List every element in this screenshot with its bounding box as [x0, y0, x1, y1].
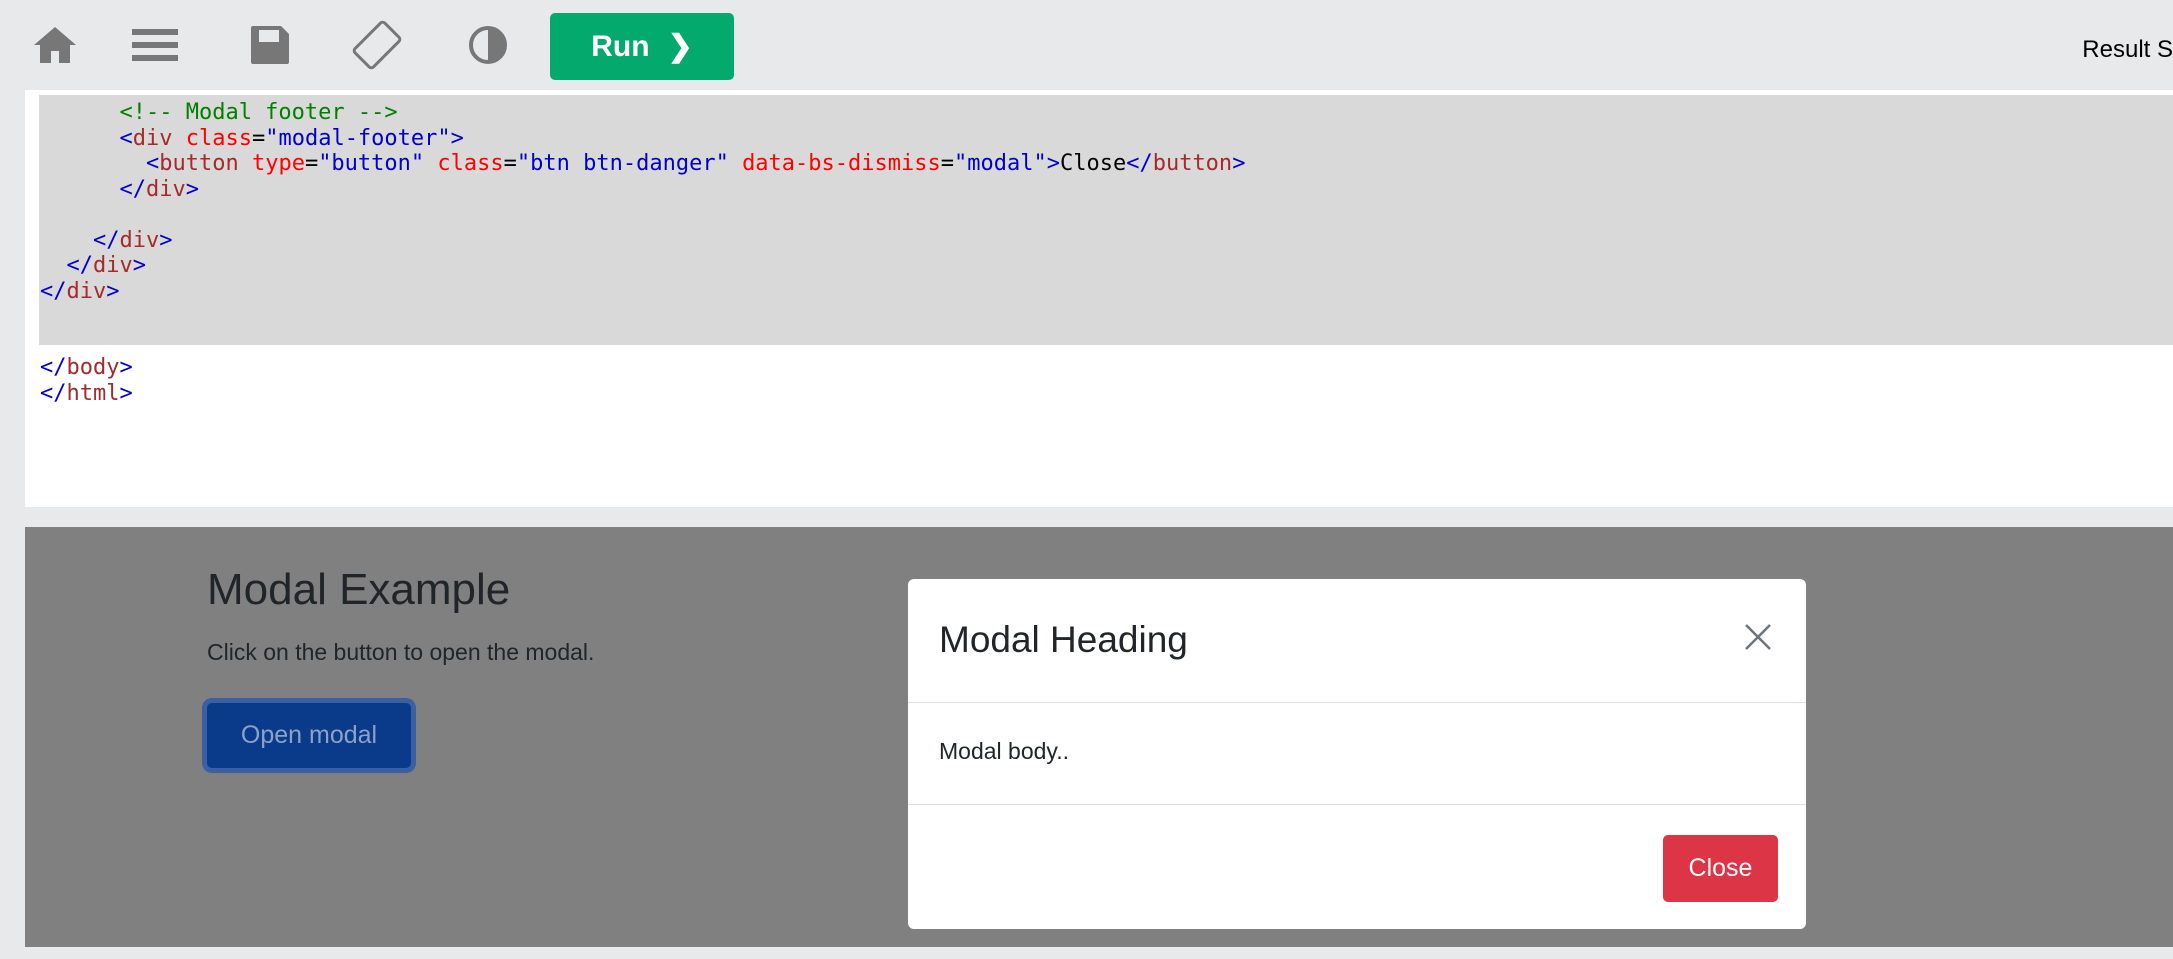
- code-line: </div>: [40, 278, 120, 304]
- modal-dialog: Modal Heading Modal body.. Close: [908, 579, 1806, 929]
- modal-header: Modal Heading: [908, 579, 1806, 703]
- open-modal-button[interactable]: Open modal: [207, 703, 411, 768]
- code-line: <!-- Modal footer -->: [119, 100, 398, 125]
- modal-title: Modal Heading: [939, 619, 1188, 660]
- menu-icon[interactable]: [128, 18, 182, 72]
- code-line: </html>: [40, 380, 133, 406]
- code-line: </body>: [40, 355, 133, 380]
- close-icon[interactable]: [1740, 619, 1776, 655]
- chevron-right-icon: ❯: [667, 30, 693, 63]
- page-heading: Modal Example: [207, 565, 511, 614]
- run-label: Run: [591, 29, 650, 63]
- save-icon[interactable]: [243, 18, 297, 72]
- toolbar: Run ❯ Result S: [0, 0, 2173, 90]
- modal-body: Modal body..: [908, 703, 1806, 805]
- contrast-icon[interactable]: [461, 18, 515, 72]
- code-line: <div class="modal-footer">: [119, 125, 464, 151]
- rotate-icon[interactable]: [350, 18, 404, 72]
- code-line: </div>: [66, 253, 147, 278]
- result-size-label: Result S: [2082, 36, 2173, 63]
- close-button[interactable]: Close: [1663, 835, 1778, 902]
- code-line: </div>: [92, 227, 173, 253]
- modal-footer: Close: [908, 805, 1806, 929]
- home-icon[interactable]: [28, 18, 82, 72]
- code-text: <!-- Modal footer --> <div class="modal-…: [40, 100, 1245, 406]
- code-line: </div>: [119, 176, 199, 202]
- code-editor[interactable]: <!-- Modal footer --> <div class="modal-…: [25, 90, 2173, 507]
- run-button[interactable]: Run ❯: [550, 13, 734, 80]
- page-text: Click on the button to open the modal.: [207, 639, 595, 665]
- result-pane: Modal Example Click on the button to ope…: [25, 527, 2173, 947]
- code-line: <button type="button" class="btn btn-dan…: [145, 151, 1246, 176]
- modal-body-text: Modal body..: [939, 738, 1069, 764]
